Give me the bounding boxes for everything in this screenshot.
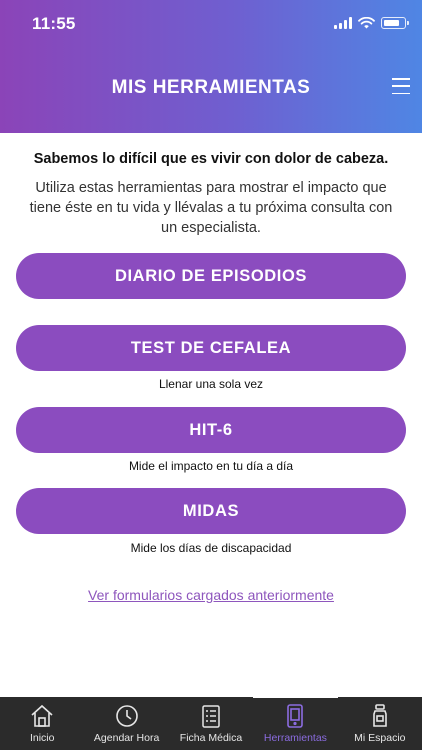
- hamburger-menu-icon[interactable]: [392, 78, 410, 94]
- intro-heading: Sabemos lo difícil que es vivir con dolo…: [33, 151, 389, 167]
- tab-label-inicio: Inicio: [29, 732, 55, 744]
- jar-icon: [373, 704, 387, 727]
- header: 11:55 MIS HERRAMIENTAS: [0, 0, 422, 133]
- hit-6-caption: Mide el impacto en tu día a día: [128, 459, 294, 473]
- tab-label-herramientas: Herramientas: [263, 732, 327, 744]
- tab-agendar-hora[interactable]: Agendar Hora: [84, 697, 168, 750]
- tab-label-mi-espacio: Mi Espacio: [354, 732, 406, 744]
- bottom-tab-bar: Inicio Agendar Hora Ficha Médica Herrami…: [0, 697, 422, 750]
- tab-herramientas[interactable]: Herramientas: [253, 697, 339, 750]
- intro-section: Sabemos lo difícil que es vivir con dolo…: [0, 150, 422, 238]
- page-title: MIS HERRAMIENTAS: [111, 77, 311, 98]
- wifi-icon: [358, 17, 375, 29]
- tab-label-ficha-medica: Ficha Médica: [179, 732, 243, 744]
- previous-forms-link[interactable]: Ver formularios cargados anteriormente: [0, 587, 422, 603]
- diario-de-episodios-button[interactable]: DIARIO DE EPISODIOS: [16, 253, 406, 299]
- status-time: 11:55: [32, 14, 76, 33]
- battery-icon: [381, 17, 409, 29]
- hit-6-button[interactable]: HIT-6: [16, 407, 406, 453]
- midas-caption: Mide los días de discapacidad: [130, 541, 292, 555]
- tab-mi-espacio[interactable]: Mi Espacio: [338, 697, 422, 750]
- tab-label-agendar-hora: Agendar Hora: [93, 732, 160, 744]
- tab-ficha-medica[interactable]: Ficha Médica: [169, 697, 253, 750]
- clipboard-icon: [202, 705, 220, 728]
- test-de-cefalea-button[interactable]: TEST DE CEFALEA: [16, 325, 406, 371]
- midas-button[interactable]: MIDAS: [16, 488, 406, 534]
- home-icon: [31, 704, 53, 727]
- status-bar: 11:55: [0, 0, 422, 46]
- tab-inicio[interactable]: Inicio: [0, 697, 84, 750]
- status-icons: [334, 16, 409, 30]
- cellular-signal-icon: [334, 17, 352, 29]
- intro-description: Utiliza estas herramientas para mostrar …: [29, 180, 393, 236]
- clock-icon: [115, 705, 138, 727]
- test-de-cefalea-caption: Llenar una sola vez: [158, 377, 264, 391]
- tablet-icon: [287, 704, 304, 728]
